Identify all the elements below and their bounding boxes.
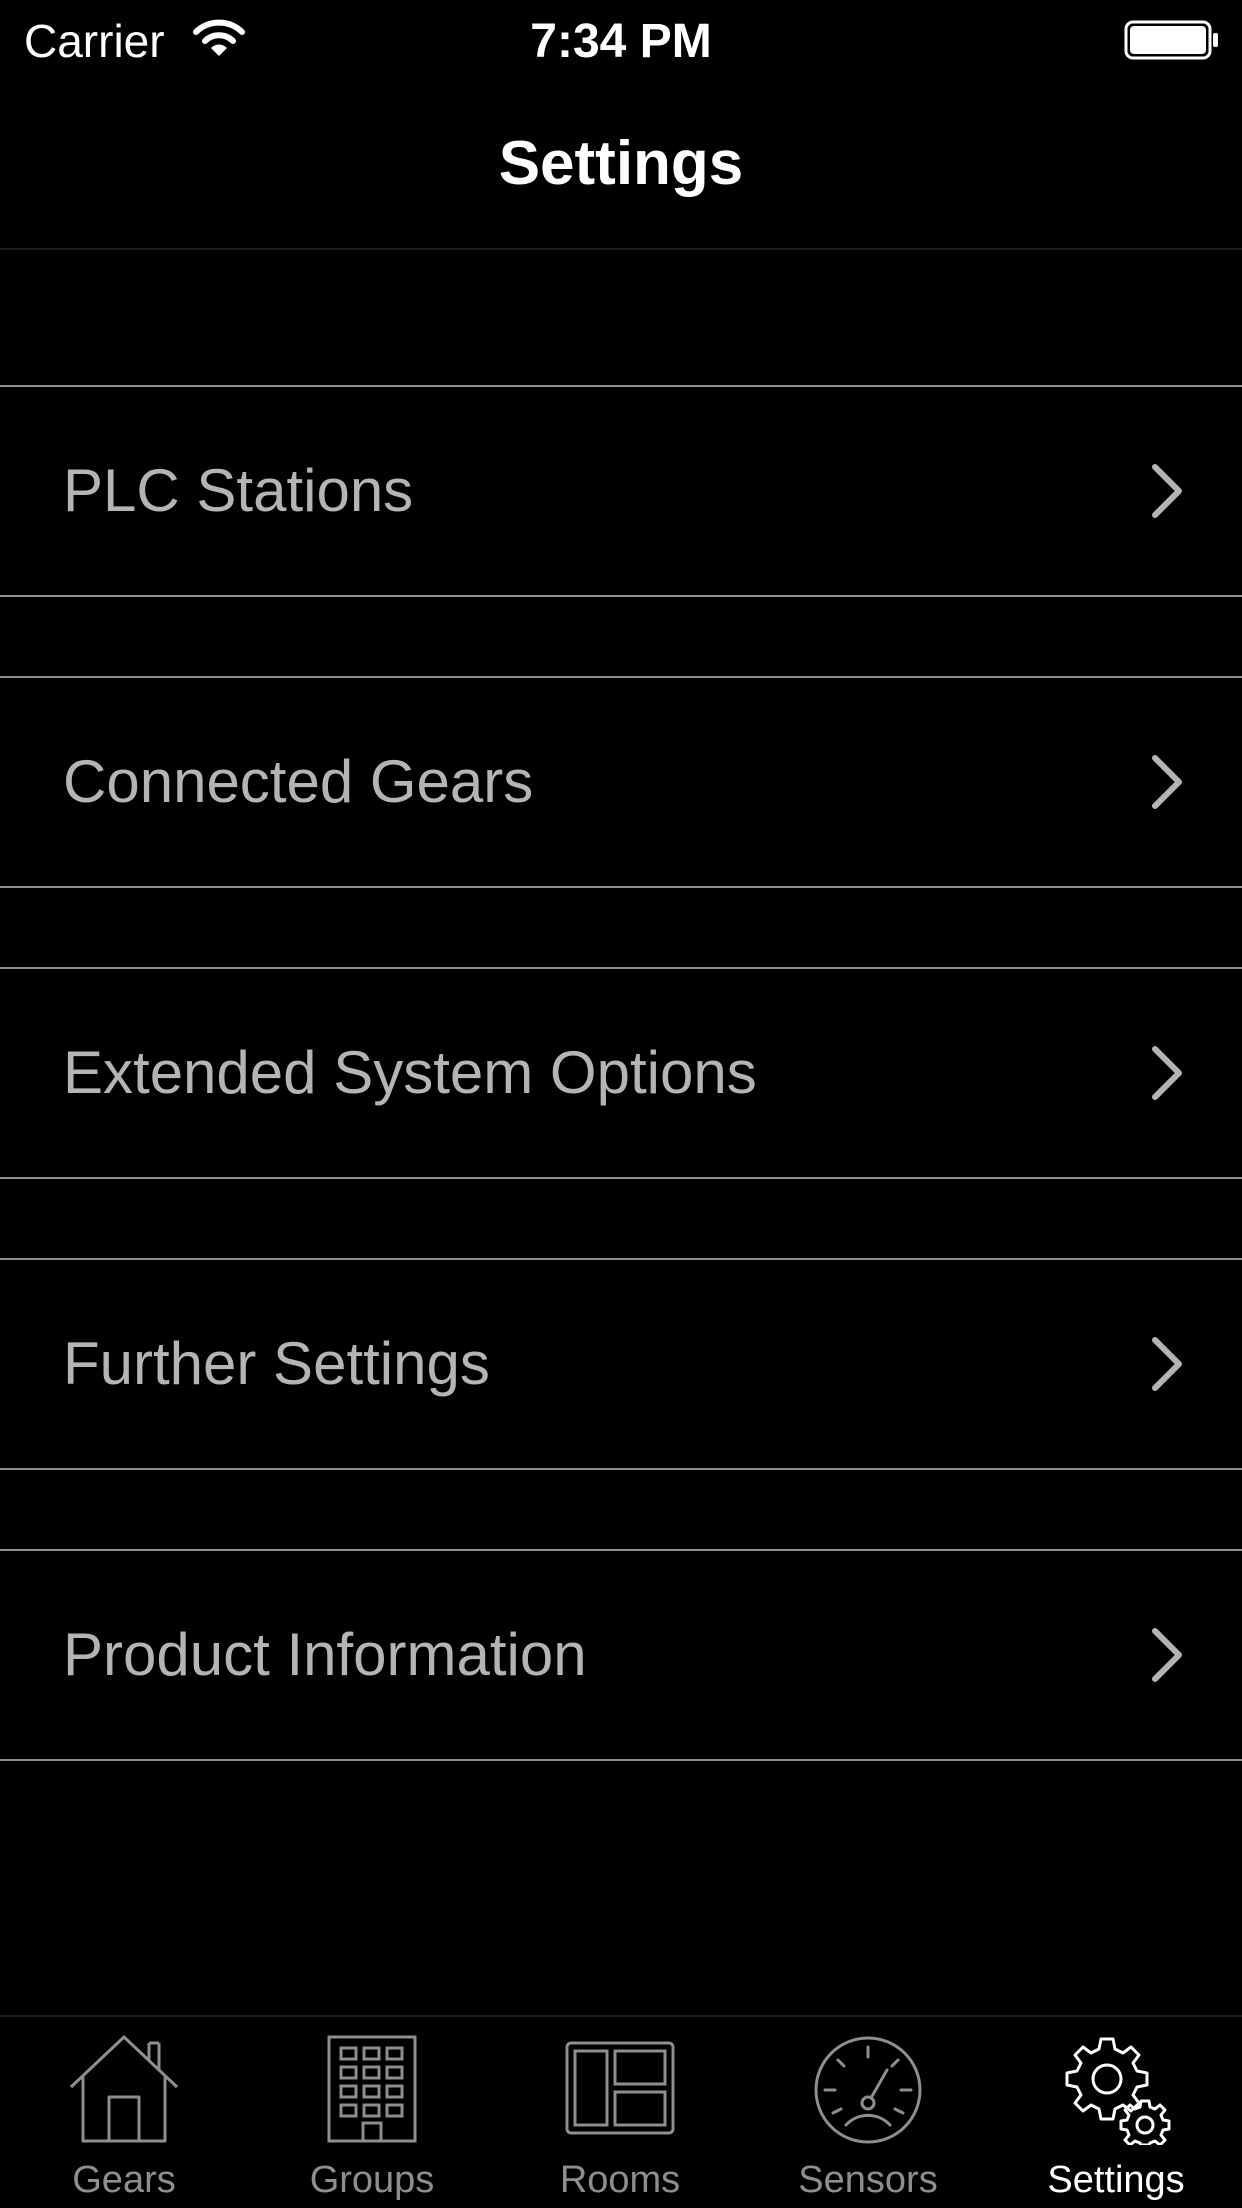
chevron-right-icon (1152, 1628, 1182, 1682)
tab-settings[interactable]: Settings (992, 2017, 1240, 2208)
battery-icon (1124, 20, 1218, 60)
tab-label: Settings (1047, 2159, 1185, 2201)
status-bar: Carrier 7:34 PM (0, 0, 1242, 80)
settings-row-label: PLC Stations (63, 457, 414, 524)
settings-row-further-settings[interactable]: Further Settings (0, 1258, 1242, 1470)
tab-groups[interactable]: Groups (248, 2017, 496, 2208)
gauge-icon (814, 2036, 922, 2144)
tab-label: Gears (72, 2159, 176, 2201)
page-title: Settings (498, 129, 744, 198)
settings-row-label: Connected Gears (63, 748, 534, 815)
building-icon (327, 2035, 417, 2143)
house-icon (69, 2035, 179, 2143)
tab-rooms[interactable]: Rooms (496, 2017, 744, 2208)
settings-row-product-information[interactable]: Product Information (0, 1549, 1242, 1761)
tab-label: Rooms (559, 2159, 681, 2201)
settings-row-label: Extended System Options (63, 1039, 757, 1106)
chevron-right-icon (1152, 1046, 1182, 1100)
settings-row-label: Product Information (63, 1621, 587, 1688)
status-time: 7:34 PM (530, 15, 712, 68)
tab-bar: Gears Groups Rooms Sensors Settings (0, 2015, 1242, 2208)
tab-label: Groups (309, 2159, 435, 2201)
tab-label: Sensors (798, 2159, 938, 2201)
tab-sensors[interactable]: Sensors (744, 2017, 992, 2208)
settings-row-label: Further Settings (63, 1330, 490, 1397)
settings-row-plc-stations[interactable]: PLC Stations (0, 385, 1242, 597)
chevron-right-icon (1152, 1337, 1182, 1391)
navigation-bar: Settings (0, 80, 1242, 250)
chevron-right-icon (1152, 755, 1182, 809)
settings-row-extended-system-options[interactable]: Extended System Options (0, 967, 1242, 1179)
tab-gears[interactable]: Gears (0, 2017, 248, 2208)
gears-icon (1065, 2037, 1171, 2145)
chevron-right-icon (1152, 464, 1182, 518)
settings-row-connected-gears[interactable]: Connected Gears (0, 676, 1242, 888)
rooms-layout-icon (565, 2041, 675, 2135)
